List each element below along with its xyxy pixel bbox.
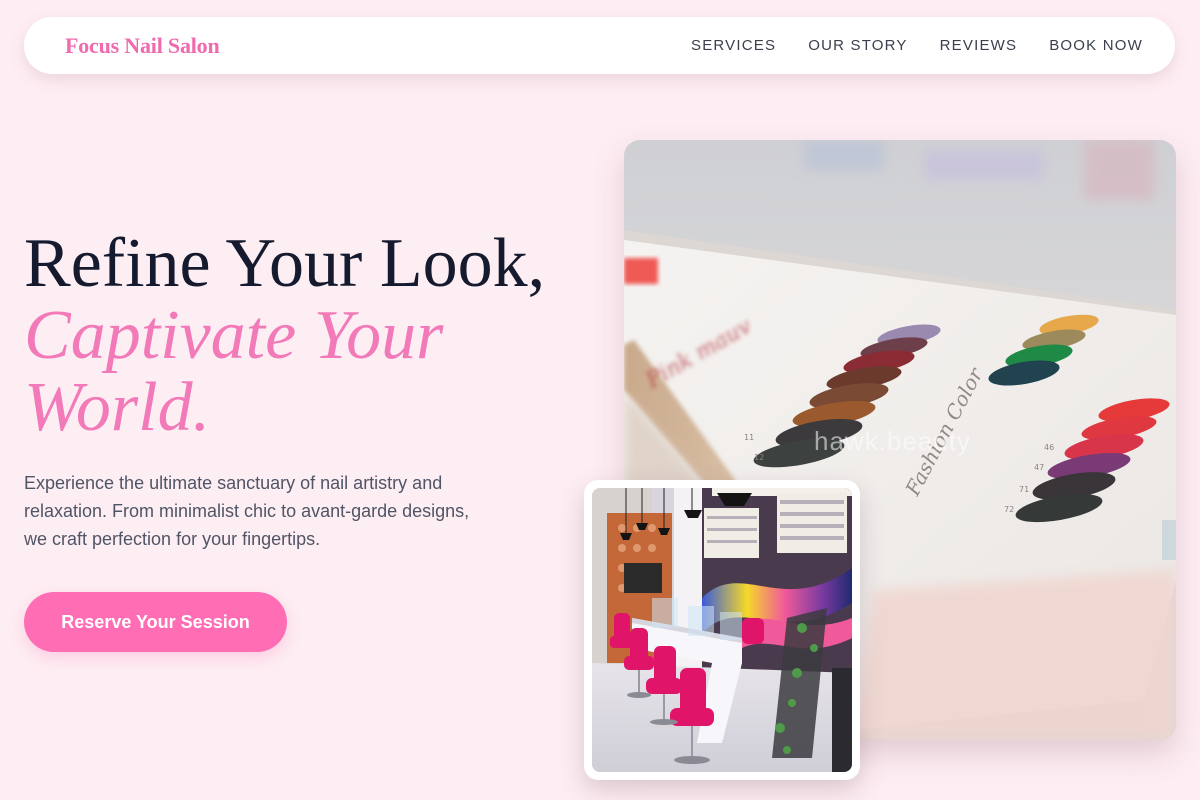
svg-text:47: 47: [1034, 463, 1044, 472]
nav-link-our-story[interactable]: OUR STORY: [808, 37, 907, 54]
salon-interior-image: [592, 488, 852, 772]
hero-title: Refine Your Look, Captivate Your World.: [24, 228, 604, 444]
hero-description: Experience the ultimate sanctuary of nai…: [24, 473, 470, 549]
nav-link-reviews[interactable]: REVIEWS: [940, 37, 1018, 54]
salon-interior-illustration: [592, 488, 852, 772]
nav-link-services[interactable]: SERVICES: [691, 37, 776, 54]
hero-title-accent-line1: Captivate Your: [24, 297, 444, 374]
hero-title-accent-line2: World.: [24, 369, 211, 446]
navbar: Focus Nail Salon SERVICES OUR STORY REVI…: [24, 17, 1175, 74]
salon-interior-photo: [584, 480, 860, 780]
svg-text:46: 46: [1044, 443, 1054, 452]
svg-text:71: 71: [1019, 485, 1029, 494]
photo-watermark: hawk.beauty: [814, 426, 971, 456]
nav-link-book-now[interactable]: BOOK NOW: [1049, 37, 1143, 54]
svg-text:12: 12: [754, 453, 764, 462]
brand-logo[interactable]: Focus Nail Salon: [65, 33, 220, 59]
hero-title-line1: Refine Your Look,: [24, 225, 546, 302]
svg-text:11: 11: [744, 433, 754, 442]
nav-menu: SERVICES OUR STORY REVIEWS BOOK NOW: [691, 37, 1143, 54]
svg-text:72: 72: [1004, 505, 1014, 514]
reserve-session-button[interactable]: Reserve Your Session: [24, 592, 287, 652]
